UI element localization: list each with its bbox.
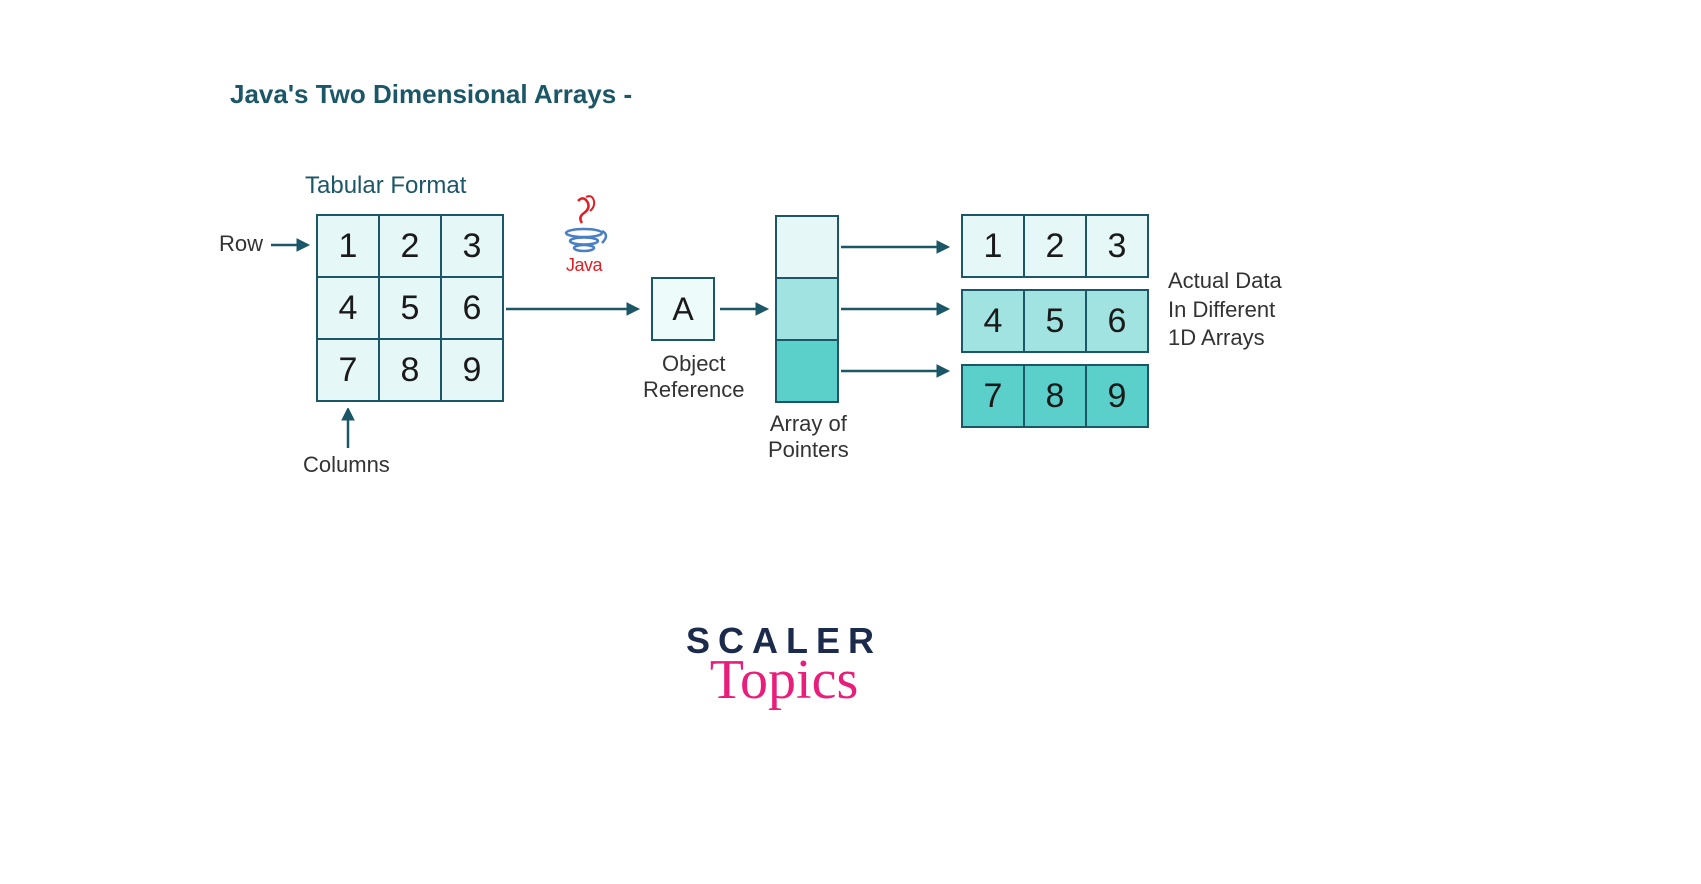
diagram-title: Java's Two Dimensional Arrays - [230,79,632,110]
java-logo-icon: Java [560,195,608,276]
data-cell: 6 [1085,289,1149,353]
grid-cell: 7 [316,338,380,402]
tabular-format-label: Tabular Format [305,172,466,200]
grid-cell: 2 [378,214,442,278]
data-cell: 8 [1023,364,1087,428]
grid-cell: 4 [316,276,380,340]
scaler-topics-logo: SCALER Topics [686,620,882,712]
row-label: Row [219,231,263,257]
arrow-up-icon [339,408,357,448]
arrow-icon [271,236,311,254]
actual-data-label: Actual Data In Different 1D Arrays [1168,267,1282,353]
java-text: Java [566,255,602,276]
arrow-icon [506,300,641,318]
arrow-icon [720,300,770,318]
brand-topics-text: Topics [710,648,859,712]
object-reference-label: Object Reference [643,351,745,403]
arrow-icon [841,238,951,256]
pointer-cell [775,339,839,403]
pointer-cell [775,215,839,279]
grid-cell: 9 [440,338,504,402]
arrow-icon [841,300,951,318]
data-cell: 9 [1085,364,1149,428]
array-of-pointers-label: Array of Pointers [768,411,849,463]
data-cell: 4 [961,289,1025,353]
grid-cell: 5 [378,276,442,340]
data-cell: 1 [961,214,1025,278]
arrow-icon [841,362,951,380]
data-cell: 3 [1085,214,1149,278]
grid-cell: 3 [440,214,504,278]
columns-label: Columns [303,452,390,478]
grid-cell: 8 [378,338,442,402]
object-reference-box: A [651,277,715,341]
data-cell: 7 [961,364,1025,428]
data-cell: 2 [1023,214,1087,278]
grid-cell: 6 [440,276,504,340]
pointer-cell [775,277,839,341]
grid-cell: 1 [316,214,380,278]
data-cell: 5 [1023,289,1087,353]
